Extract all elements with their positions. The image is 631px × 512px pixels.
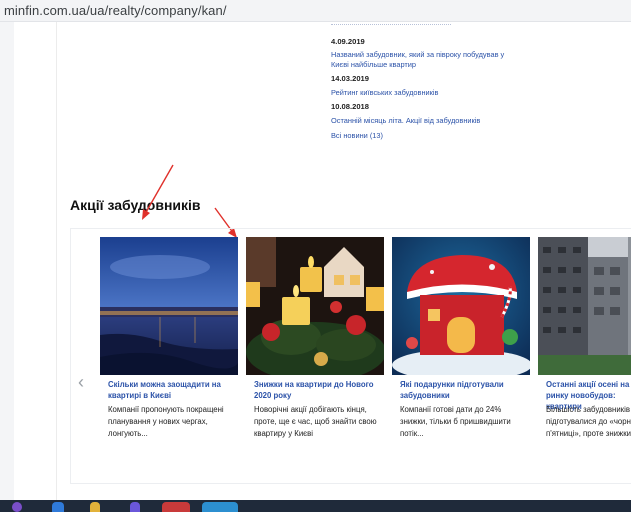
news-link[interactable]: Названий забудовник, який за півроку поб…: [331, 50, 516, 70]
app-icon[interactable]: [202, 502, 238, 512]
card-image[interactable]: [538, 237, 631, 375]
chevron-left-icon[interactable]: ‹: [78, 372, 92, 392]
os-taskbar: [0, 500, 631, 512]
card-title[interactable]: Які подарунки підготували забудовники: [400, 379, 526, 401]
truncated-news-link: [331, 24, 451, 28]
card-title[interactable]: Знижки на квартири до Нового 2020 року: [254, 379, 380, 401]
card-description: Більшість забудовників підготувалися до …: [546, 405, 631, 438]
app-icon[interactable]: [12, 502, 22, 512]
card-title[interactable]: Скільки можна заощадити на квартирі в Ки…: [108, 379, 234, 401]
news-date: 10.08.2018: [331, 102, 370, 111]
app-icon[interactable]: [130, 502, 140, 512]
news-link[interactable]: Останній місяць літа. Акції від забудовн…: [331, 116, 541, 126]
section-title: Акції забудовників: [70, 197, 201, 213]
card-image[interactable]: [246, 237, 384, 375]
news-date: 4.09.2019: [331, 37, 365, 46]
content-divider: [56, 22, 57, 500]
app-icon[interactable]: [90, 502, 100, 512]
left-gutter: [0, 22, 14, 500]
app-icon[interactable]: [52, 502, 64, 512]
news-date: 14.03.2019: [331, 74, 370, 83]
promo-card[interactable]: Які подарунки підготували забудовники Ко…: [392, 237, 530, 477]
browser-address-bar[interactable]: minfin.com.ua/ua/realty/company/kan/: [0, 0, 631, 22]
url-text[interactable]: minfin.com.ua/ua/realty/company/kan/: [4, 3, 227, 18]
browser-app-icon[interactable]: [162, 502, 190, 512]
card-image[interactable]: [392, 237, 530, 375]
all-news-link[interactable]: Всі новини (13): [331, 131, 383, 141]
card-description: Компанії готові дати до 24% знижки, тіль…: [400, 405, 511, 438]
card-description: Новорічні акції добігають кінця, проте, …: [254, 405, 377, 438]
promo-card[interactable]: Останні акції осені на ринку новобудов: …: [538, 237, 631, 477]
card-description: Компанії пропонують покращені планування…: [108, 405, 224, 438]
news-link[interactable]: Рейтинг київських забудовників: [331, 88, 438, 98]
annotation-arrow: [142, 164, 174, 220]
promo-card[interactable]: Скільки можна заощадити на квартирі в Ки…: [100, 237, 238, 477]
promo-card[interactable]: Знижки на квартири до Нового 2020 року Н…: [246, 237, 384, 477]
card-image[interactable]: [100, 237, 238, 375]
